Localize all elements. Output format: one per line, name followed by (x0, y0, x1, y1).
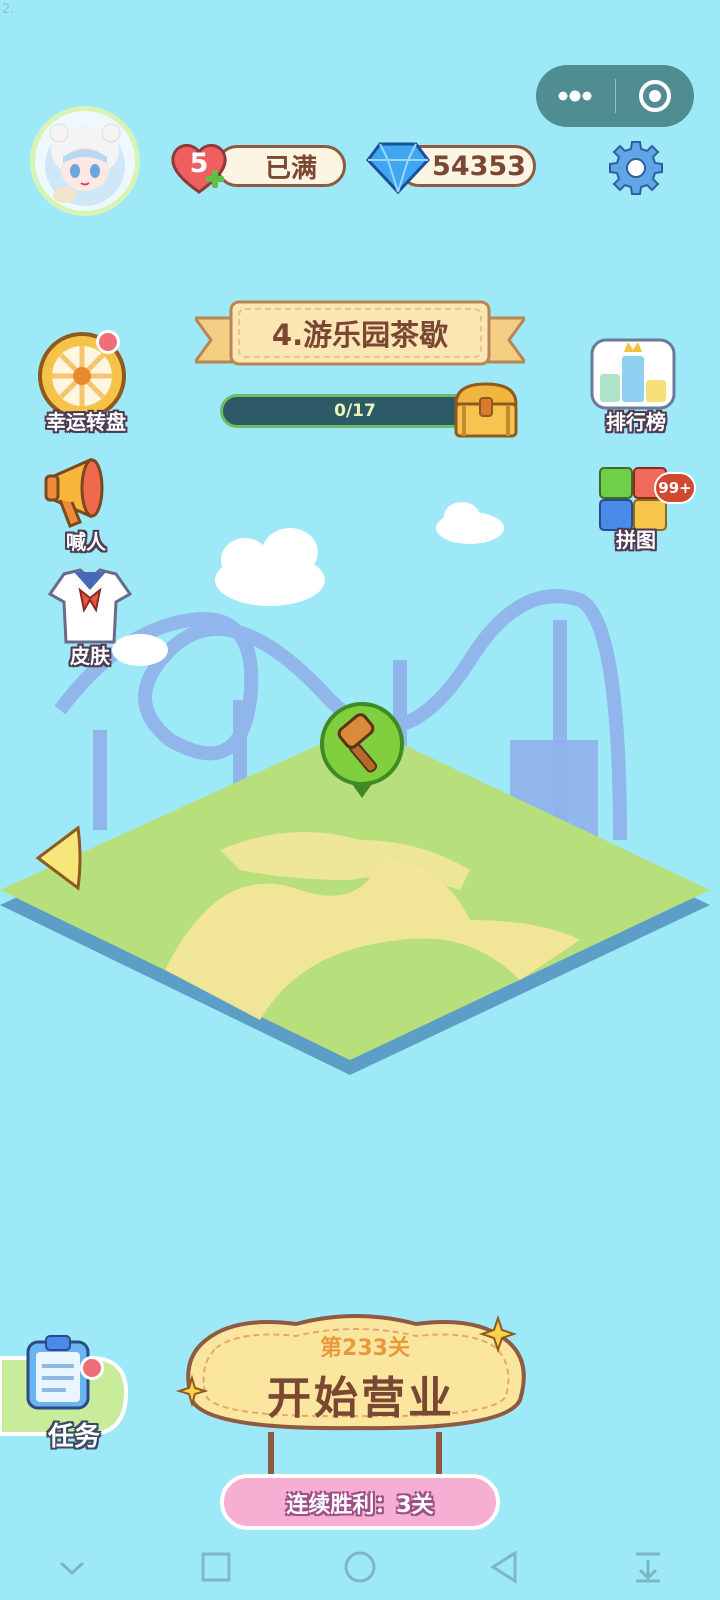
recents-square-icon[interactable] (194, 1545, 238, 1589)
diamond-icon[interactable] (366, 138, 430, 196)
leaderboard-icon (590, 338, 676, 410)
miniprogram-capsule (536, 65, 694, 127)
start-level-number: 第233关 (320, 1336, 410, 1361)
download-tray-icon[interactable] (626, 1545, 670, 1589)
player-avatar[interactable] (30, 106, 140, 216)
hammer-build-pin[interactable] (318, 700, 406, 800)
sign-post-left (268, 1432, 274, 1478)
treasure-chest-icon[interactable] (450, 378, 522, 442)
home-circle-icon[interactable] (338, 1545, 382, 1589)
sign-post-right (436, 1432, 442, 1478)
start-business-label: 开始营业 (267, 1373, 455, 1424)
gear-icon[interactable] (608, 140, 664, 196)
system-nav-bar (0, 1534, 720, 1600)
skins-button[interactable] (44, 566, 144, 650)
gem-count: 54353 (432, 150, 526, 182)
call-friends-label: 喊人 (66, 530, 106, 554)
win-streak-text: 连续胜利：3关 (286, 1493, 434, 1518)
more-dots-icon[interactable] (536, 65, 615, 127)
target-circle-icon[interactable] (616, 65, 695, 127)
outfit-icon (47, 568, 133, 644)
lucky-wheel-label: 幸运转盘 (46, 410, 126, 434)
leaderboard-label: 排行榜 (606, 410, 666, 434)
lives-status-text: 已满 (264, 153, 317, 184)
leaderboard-button[interactable] (590, 338, 690, 414)
lives-count: 5 (189, 148, 209, 179)
task-notification-dot (80, 1356, 104, 1380)
puzzle-badge: 99+ (654, 472, 696, 504)
chevron-down-icon[interactable] (50, 1545, 94, 1589)
back-triangle-icon[interactable] (482, 1545, 526, 1589)
lives-status-pill: 已满 (216, 145, 346, 187)
task-label: 任务 (47, 1422, 100, 1452)
lucky-wheel-notification-dot (96, 330, 120, 354)
puzzle-label: 拼图 (616, 528, 656, 552)
previous-level-arrow[interactable] (32, 824, 84, 892)
corner-label: 2. (2, 2, 15, 17)
megaphone-icon (44, 457, 104, 528)
call-friends-button[interactable] (40, 452, 140, 536)
skins-label: 皮肤 (70, 644, 110, 668)
level-title: 4.游乐园茶歇 (271, 318, 449, 352)
